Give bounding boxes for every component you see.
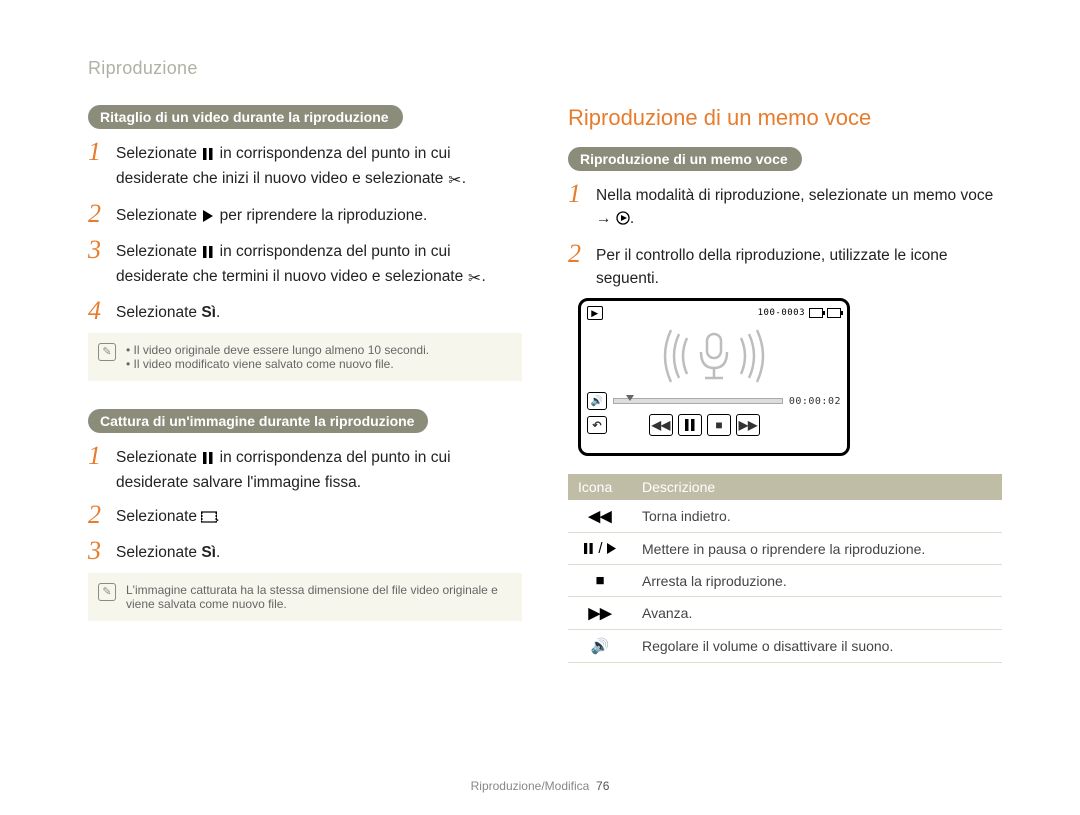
t: Selezionate xyxy=(116,304,201,321)
t: Sì xyxy=(201,304,216,321)
cell-desc: Regolare il volume o disattivare il suon… xyxy=(632,630,1002,663)
progress-bar[interactable] xyxy=(613,398,783,404)
playback-mode-icon: ▶ xyxy=(587,306,603,320)
th-icon: Icona xyxy=(568,474,632,500)
step-number: 2 xyxy=(88,201,112,227)
rewind-icon: ◀◀ xyxy=(568,500,632,533)
scissors-icon: ✂ xyxy=(468,267,482,290)
speaker-icon: 🔊 xyxy=(568,630,632,663)
t: Selezionate xyxy=(116,508,201,525)
note-box: ✎ Il video originale deve essere lungo a… xyxy=(88,333,522,381)
note-box: ✎ L'immagine catturata ha la stessa dime… xyxy=(88,573,522,621)
pill-trim-video: Ritaglio di un video durante la riproduz… xyxy=(88,105,403,129)
t: Selezionate xyxy=(116,145,201,162)
pause-play-icon: / xyxy=(568,533,632,565)
pause-icon xyxy=(201,144,215,167)
pill-voice-memo: Riproduzione di un memo voce xyxy=(568,147,802,171)
page-number: 76 xyxy=(596,779,609,793)
step-number: 2 xyxy=(88,502,112,528)
note-line: Il video originale deve essere lungo alm… xyxy=(126,343,429,357)
left-column: Ritaglio di un video durante la riproduz… xyxy=(88,105,522,663)
t: Selezionate xyxy=(116,544,201,561)
step-text: Selezionate Sì. xyxy=(116,298,220,324)
icon-description-table: Icona Descrizione ◀◀ Torna indietro. / M… xyxy=(568,474,1002,663)
cell-desc: Avanza. xyxy=(632,597,1002,630)
note-line: L'immagine catturata ha la stessa dimens… xyxy=(126,583,510,611)
pause-button[interactable] xyxy=(678,414,702,436)
step-number: 2 xyxy=(568,241,592,267)
battery-icon xyxy=(827,308,841,318)
play-icon xyxy=(201,206,215,229)
capture-icon xyxy=(201,507,215,530)
step-number: 1 xyxy=(568,181,592,207)
step-text: Selezionate in corrispondenza del punto … xyxy=(116,237,522,291)
note-icon: ✎ xyxy=(98,343,116,361)
right-column: Riproduzione di un memo voce Riproduzion… xyxy=(568,105,1002,663)
step-text: Selezionate per riprendere la riproduzio… xyxy=(116,201,427,229)
footer-section: Riproduzione/Modifica xyxy=(471,779,590,793)
pause-icon xyxy=(201,448,215,471)
th-desc: Descrizione xyxy=(632,474,1002,500)
table-row: 🔊 Regolare il volume o disattivare il su… xyxy=(568,630,1002,663)
stop-button[interactable]: ■ xyxy=(707,414,731,436)
voice-player-mock: ▶ 100-0003 xyxy=(578,298,850,456)
forward-button[interactable]: ▶▶ xyxy=(736,414,760,436)
table-row: / Mettere in pausa o riprendere la ripro… xyxy=(568,533,1002,565)
forward-icon: ▶▶ xyxy=(568,597,632,630)
scissors-icon: ✂ xyxy=(448,169,462,192)
t: Selezionate xyxy=(116,449,201,466)
pill-capture-image: Cattura di un'immagine durante la riprod… xyxy=(88,409,428,433)
step-text: Nella modalità di riproduzione, selezion… xyxy=(596,181,1002,233)
cell-desc: Torna indietro. xyxy=(632,500,1002,533)
step-number: 1 xyxy=(88,443,112,469)
table-row: ■ Arresta la riproduzione. xyxy=(568,565,1002,597)
play-circle-icon xyxy=(616,209,630,232)
step-text: Per il controllo della riproduzione, uti… xyxy=(596,241,1002,291)
volume-icon[interactable]: 🔊 xyxy=(587,392,607,410)
cell-desc: Mettere in pausa o riprendere la riprodu… xyxy=(632,533,1002,565)
section-title: Riproduzione di un memo voce xyxy=(568,105,1002,131)
step-text: Selezionate Sì. xyxy=(116,538,220,564)
step-number: 3 xyxy=(88,237,112,263)
t: per riprendere la riproduzione. xyxy=(215,207,427,224)
cell-desc: Arresta la riproduzione. xyxy=(632,565,1002,597)
file-number: 100-0003 xyxy=(758,308,805,318)
sd-icon xyxy=(809,308,823,318)
step-text: Selezionate in corrispondenza del punto … xyxy=(116,443,522,495)
step-text: Selezionate . xyxy=(116,502,220,530)
t: Nella modalità di riproduzione, selezion… xyxy=(596,187,993,227)
page-footer: Riproduzione/Modifica 76 xyxy=(0,779,1080,793)
pause-icon xyxy=(201,242,215,265)
t: Selezionate xyxy=(116,207,201,224)
microphone-icon xyxy=(649,328,779,384)
elapsed-time: 00:00:02 xyxy=(789,396,841,407)
step-number: 4 xyxy=(88,298,112,324)
t: Sì xyxy=(201,544,216,561)
step-number: 1 xyxy=(88,139,112,165)
table-row: ◀◀ Torna indietro. xyxy=(568,500,1002,533)
note-icon: ✎ xyxy=(98,583,116,601)
step-text: Selezionate in corrispondenza del punto … xyxy=(116,139,522,193)
back-icon[interactable]: ↶ xyxy=(587,416,607,434)
rewind-button[interactable]: ◀◀ xyxy=(649,414,673,436)
step-number: 3 xyxy=(88,538,112,564)
page-header: Riproduzione xyxy=(88,58,1002,79)
stop-icon: ■ xyxy=(568,565,632,597)
note-line: Il video modificato viene salvato come n… xyxy=(126,357,429,371)
t: Selezionate xyxy=(116,243,201,260)
table-row: ▶▶ Avanza. xyxy=(568,597,1002,630)
